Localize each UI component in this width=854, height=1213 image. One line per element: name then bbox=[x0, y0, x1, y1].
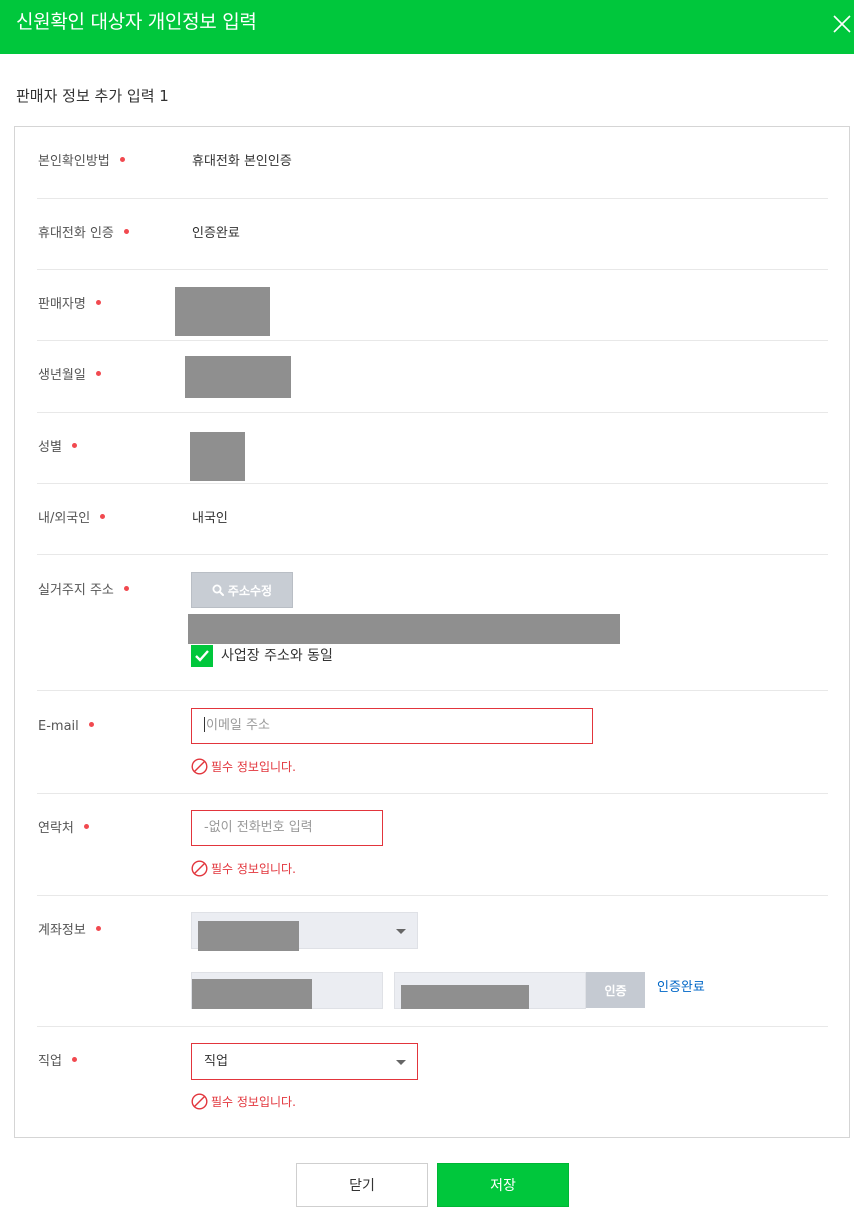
modal-header: 신원확인 대상자 개인정보 입력 bbox=[0, 0, 854, 54]
job-selected-value: 직업 bbox=[204, 1054, 228, 1069]
search-icon bbox=[212, 584, 224, 596]
row-divider bbox=[37, 198, 828, 199]
same-address-checkbox[interactable] bbox=[191, 645, 213, 667]
phone-placeholder: -없이 전화번호 입력 bbox=[204, 820, 313, 835]
account-number-field[interactable] bbox=[394, 972, 586, 1009]
same-address-label[interactable]: 사업장 주소와 동일 bbox=[221, 646, 333, 666]
phone-auth-label: 휴대전화 인증 bbox=[38, 225, 129, 243]
birthdate-redacted bbox=[185, 356, 291, 398]
required-dot bbox=[95, 300, 101, 305]
chevron-down-icon bbox=[396, 929, 406, 934]
row-divider bbox=[37, 690, 828, 691]
row-divider bbox=[37, 1026, 828, 1027]
text-caret bbox=[204, 717, 205, 732]
required-dot bbox=[88, 722, 94, 727]
required-dot bbox=[123, 229, 129, 234]
seller-name-redacted bbox=[175, 287, 270, 336]
close-icon[interactable] bbox=[833, 15, 851, 33]
contact-error: 필수 정보입니다. bbox=[191, 860, 296, 877]
verify-account-button[interactable]: 인증 bbox=[586, 972, 645, 1008]
address-label: 실거주지 주소 bbox=[38, 582, 129, 600]
account-number-redacted bbox=[401, 985, 529, 1009]
close-button[interactable]: 닫기 bbox=[296, 1163, 428, 1207]
email-placeholder: 이메일 주소 bbox=[206, 718, 270, 733]
row-divider bbox=[37, 483, 828, 484]
email-error-text: 필수 정보입니다. bbox=[211, 759, 296, 774]
gender-label: 성별 bbox=[38, 439, 77, 457]
phone-input[interactable]: -없이 전화번호 입력 bbox=[191, 810, 383, 846]
account-holder-field[interactable] bbox=[191, 972, 383, 1009]
email-label: E-mail bbox=[38, 718, 94, 736]
required-dot bbox=[95, 926, 101, 931]
row-divider bbox=[37, 793, 828, 794]
required-dot bbox=[100, 514, 106, 519]
nationality-value: 내국인 bbox=[192, 511, 228, 526]
required-dot bbox=[95, 371, 101, 376]
email-input[interactable]: 이메일 주소 bbox=[191, 708, 593, 744]
job-error: 필수 정보입니다. bbox=[191, 1093, 296, 1110]
row-divider bbox=[37, 269, 828, 270]
account-label: 계좌정보 bbox=[38, 922, 101, 940]
check-icon bbox=[195, 650, 209, 662]
required-dot bbox=[123, 586, 129, 591]
edit-address-button[interactable]: 주소수정 bbox=[191, 572, 293, 608]
required-dot bbox=[119, 157, 125, 162]
prohibited-icon bbox=[191, 758, 208, 775]
job-label: 직업 bbox=[38, 1053, 77, 1071]
save-button[interactable]: 저장 bbox=[437, 1163, 569, 1207]
prohibited-icon bbox=[191, 1093, 208, 1110]
birthdate-label: 생년월일 bbox=[38, 367, 101, 385]
bank-redacted bbox=[198, 921, 299, 951]
account-holder-redacted bbox=[192, 979, 312, 1009]
job-select[interactable]: 직업 bbox=[191, 1043, 418, 1080]
prohibited-icon bbox=[191, 860, 208, 877]
bank-select[interactable] bbox=[191, 912, 418, 951]
section-title: 판매자 정보 추가 입력 1 bbox=[16, 87, 169, 105]
verified-link[interactable]: 인증완료 bbox=[657, 979, 705, 997]
row-divider bbox=[37, 895, 828, 896]
gender-redacted bbox=[190, 432, 245, 481]
seller-name-label: 판매자명 bbox=[38, 296, 101, 314]
modal-title: 신원확인 대상자 개인정보 입력 bbox=[16, 11, 257, 33]
row-divider bbox=[37, 554, 828, 555]
contact-label: 연락처 bbox=[38, 820, 89, 838]
address-redacted bbox=[188, 614, 620, 644]
email-error: 필수 정보입니다. bbox=[191, 758, 296, 775]
required-dot bbox=[71, 443, 77, 448]
job-error-text: 필수 정보입니다. bbox=[211, 1094, 296, 1109]
row-divider bbox=[37, 340, 828, 341]
contact-error-text: 필수 정보입니다. bbox=[211, 861, 296, 876]
phone-auth-value: 인증완료 bbox=[192, 226, 240, 241]
edit-address-label: 주소수정 bbox=[227, 583, 273, 598]
verification-method-value: 휴대전화 본인인증 bbox=[192, 154, 292, 169]
nationality-label: 내/외국인 bbox=[38, 510, 106, 528]
chevron-down-icon bbox=[396, 1060, 406, 1065]
verification-method-label: 본인확인방법 bbox=[38, 153, 125, 171]
required-dot bbox=[83, 824, 89, 829]
required-dot bbox=[71, 1057, 77, 1062]
row-divider bbox=[37, 412, 828, 413]
